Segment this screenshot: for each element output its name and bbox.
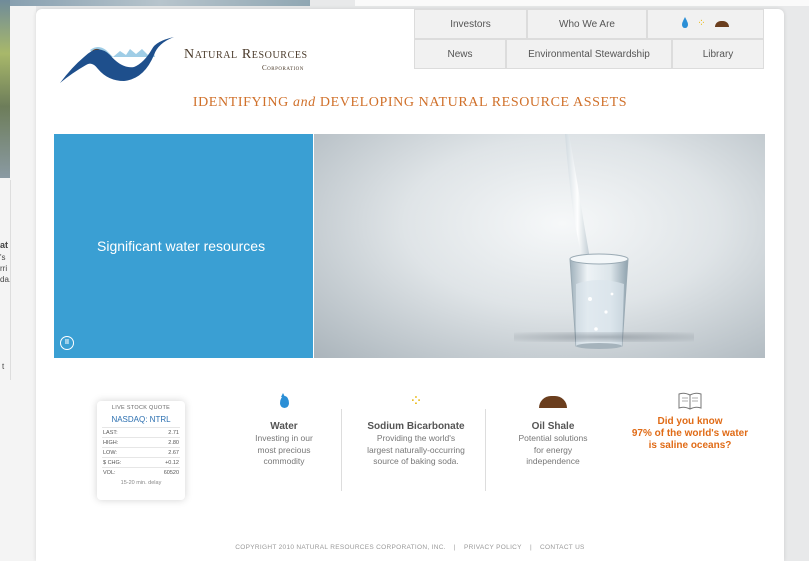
- hero-caption: Significant water resources: [97, 238, 266, 254]
- stock-quote-widget[interactable]: LIVE STOCK QUOTE NASDAQ: NTRL LAST: 2.71 …: [97, 401, 185, 500]
- top-navigation: Investors Who We Are ⁘ News Environmenta…: [414, 9, 764, 69]
- nav-resource-icons[interactable]: ⁘: [647, 9, 764, 39]
- feature-line: for energy: [533, 444, 573, 455]
- feature-description: Potential solutions for energy independe…: [498, 433, 608, 468]
- background-text: rri: [0, 264, 8, 273]
- feature-icon-wrapper: ⁘: [346, 392, 486, 412]
- background-banner: [10, 0, 310, 6]
- oil-shale-mound-icon: [539, 396, 567, 408]
- hero-caption-panel[interactable]: Significant water resources II: [54, 134, 313, 358]
- stock-value: 2.80: [168, 439, 179, 446]
- background-text: da.: [0, 275, 10, 284]
- stock-label: VOL:: [103, 469, 116, 476]
- footer-separator: |: [453, 544, 456, 551]
- stock-value: 60520: [163, 469, 179, 476]
- did-you-know-text: Did you know 97% of the world's water is…: [622, 416, 758, 452]
- feature-title: Water: [270, 421, 298, 432]
- feature-oil-shale[interactable]: Oil Shale Potential solutions for energy…: [498, 392, 608, 468]
- background-text: at: [0, 240, 9, 250]
- stock-row: $ CHG: +0.12: [102, 457, 180, 467]
- tagline-connector: and: [292, 95, 316, 110]
- feature-divider: [341, 409, 342, 491]
- nav-investors[interactable]: Investors: [414, 9, 527, 39]
- feature-line: Providing the world's: [376, 433, 456, 443]
- feature-title: Sodium Bicarbonate: [367, 421, 465, 432]
- background-text: 's: [0, 253, 6, 262]
- background-photo: [0, 0, 10, 178]
- feature-description: Investing in our most precious commodity: [232, 433, 336, 468]
- nav-library[interactable]: Library: [672, 39, 764, 69]
- background-divider: [10, 180, 11, 380]
- did-you-know-line: 97% of the world's water: [631, 428, 749, 439]
- feature-water[interactable]: Water Investing in our most precious com…: [232, 392, 336, 468]
- feature-icon-wrapper: [498, 392, 608, 412]
- logo-name: Natural Resources: [184, 47, 308, 62]
- feature-line: commodity: [263, 456, 305, 466]
- tagline-part: IDENTIFYING: [192, 95, 293, 110]
- company-logo[interactable]: Natural Resources Corporation: [58, 27, 328, 87]
- did-you-know[interactable]: Did you know 97% of the world's water is…: [622, 392, 758, 452]
- stock-row: LAST: 2.71: [102, 427, 180, 437]
- stock-value: 2.71: [168, 429, 179, 436]
- bicarbonate-dots-icon: ⁘: [409, 393, 423, 410]
- water-glass-illustration: [565, 134, 629, 349]
- stock-title: LIVE STOCK QUOTE: [111, 405, 171, 411]
- footer-separator: |: [529, 544, 532, 551]
- feature-line: most precious: [257, 444, 311, 455]
- stock-label: $ CHG:: [103, 459, 122, 466]
- water-drop-icon: [279, 393, 289, 408]
- feature-line: independence: [526, 456, 580, 466]
- hero-image-water-glass: [314, 134, 765, 358]
- glass-shadow: [514, 332, 694, 342]
- privacy-policy-link[interactable]: PRIVACY POLICY: [464, 544, 522, 551]
- book-icon: [678, 392, 702, 410]
- stock-value: 2.67: [168, 449, 179, 456]
- feature-sodium-bicarbonate[interactable]: ⁘ Sodium Bicarbonate Providing the world…: [346, 392, 486, 468]
- feature-line: largest naturally-occurring: [367, 444, 465, 455]
- tagline: IDENTIFYING and DEVELOPING NATURAL RESOU…: [36, 95, 784, 111]
- bicarbonate-dots-icon[interactable]: ⁘: [697, 19, 705, 29]
- nav-environmental-stewardship[interactable]: Environmental Stewardship: [506, 39, 672, 69]
- feature-icon-wrapper: [232, 392, 336, 412]
- did-you-know-line: Did you know: [657, 416, 723, 427]
- stock-symbol: NASDAQ: NTRL: [111, 415, 171, 424]
- feature-line: Potential solutions: [518, 433, 588, 443]
- water-drop-icon[interactable]: [682, 17, 689, 28]
- logo-subtitle: Corporation: [262, 64, 304, 72]
- nav-news[interactable]: News: [414, 39, 506, 69]
- nav-who-we-are[interactable]: Who We Are: [527, 9, 647, 39]
- stock-row: LOW: 2.67: [102, 447, 180, 457]
- contact-us-link[interactable]: CONTACT US: [540, 544, 585, 551]
- stock-delay-note: 15-20 min. delay: [120, 480, 162, 486]
- stock-label: LOW:: [103, 449, 117, 456]
- tagline-part: DEVELOPING NATURAL RESOURCE ASSETS: [315, 95, 628, 110]
- logo-mark: [60, 37, 174, 83]
- footer-copyright: COPYRIGHT 2010 NATURAL RESOURCES CORPORA…: [235, 544, 446, 551]
- feature-description: Providing the world's largest naturally-…: [346, 433, 486, 468]
- stock-row: VOL: 60520: [102, 467, 180, 477]
- oil-shale-mound-icon[interactable]: [714, 21, 729, 27]
- feature-divider: [485, 409, 486, 491]
- main-page: Natural Resources Corporation Investors …: [36, 9, 784, 561]
- background-text: t: [2, 362, 5, 371]
- feature-line: Investing in our: [255, 433, 313, 443]
- stock-row: HIGH: 2.80: [102, 437, 180, 447]
- stock-value: +0.12: [165, 459, 179, 466]
- did-you-know-line: is saline oceans?: [648, 440, 732, 451]
- background-banner-right: [355, 0, 809, 6]
- stock-label: HIGH:: [103, 439, 119, 446]
- footer: COPYRIGHT 2010 NATURAL RESOURCES CORPORA…: [36, 544, 784, 551]
- feature-line: source of baking soda.: [373, 456, 459, 466]
- pause-icon[interactable]: II: [60, 336, 74, 350]
- stock-label: LAST:: [103, 429, 118, 436]
- feature-title: Oil Shale: [531, 421, 575, 432]
